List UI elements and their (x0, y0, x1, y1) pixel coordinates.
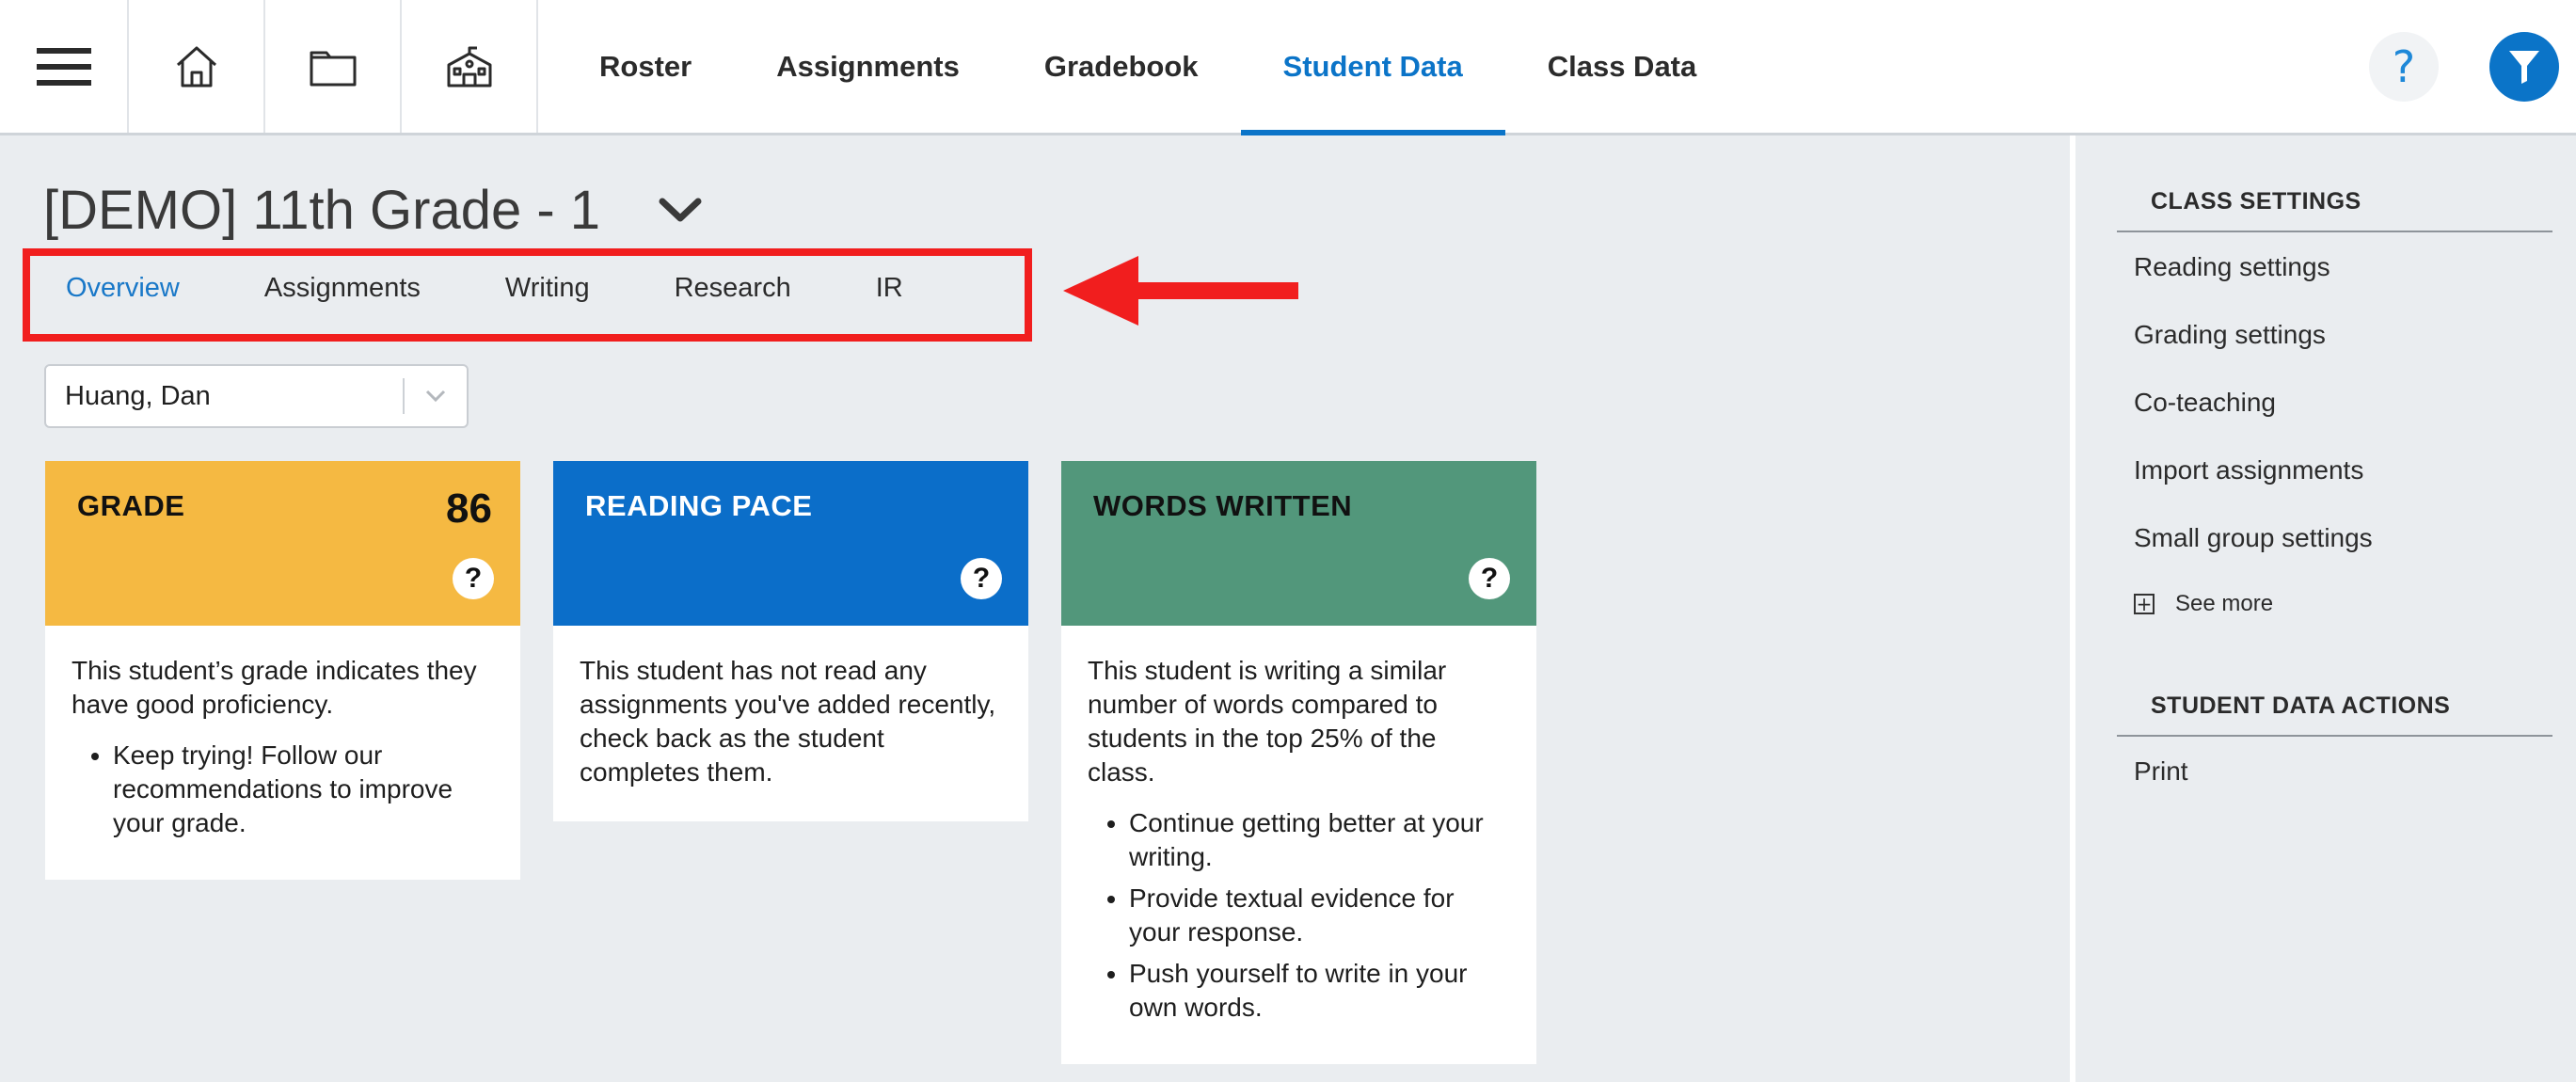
reading-pace-help-icon[interactable]: ? (961, 558, 1002, 599)
reading-pace-card-header: READING PACE ? (553, 461, 1028, 626)
grade-card-header: GRADE 86 ? (45, 461, 520, 626)
top-right-actions: ? (2369, 0, 2576, 133)
sidebar-item-reading-settings[interactable]: Reading settings (2134, 252, 2330, 282)
reading-pace-card-title: READING PACE (585, 489, 813, 522)
tab-student-data[interactable]: Student Data (1240, 0, 1505, 135)
tab-class-data[interactable]: Class Data (1505, 0, 1740, 133)
subtab-writing[interactable]: Writing (505, 269, 590, 307)
grade-value: 86 (446, 485, 492, 532)
student-select-arrow[interactable] (405, 390, 467, 403)
grade-help-icon[interactable]: ? (453, 558, 494, 599)
filter-icon (2509, 50, 2539, 84)
list-item: Continue getting better at your writing. (1129, 806, 1510, 874)
list-item: Provide textual evidence for your respon… (1129, 882, 1510, 949)
class-selector-toggle[interactable] (659, 198, 702, 229)
grade-card-body: This student’s grade indicates they have… (45, 626, 520, 880)
folder-icon (310, 51, 356, 86)
main-nav-tabs: Roster Assignments Gradebook Student Dat… (557, 0, 1740, 135)
chevron-down-icon (659, 198, 702, 222)
help-icon: ? (2392, 40, 2416, 92)
grade-description: This student’s grade indicates they have… (72, 656, 477, 719)
home-icon (176, 46, 216, 87)
words-written-card: WORDS WRITTEN ? This student is writing … (1061, 461, 1536, 1064)
library-button[interactable] (265, 0, 402, 133)
tab-assignments[interactable]: Assignments (734, 0, 1002, 133)
subtab-ir[interactable]: IR (876, 269, 903, 307)
chevron-down-icon (425, 390, 446, 403)
grade-card: GRADE 86 ? This student’s grade indicate… (45, 461, 520, 880)
words-written-recommendations: Continue getting better at your writing.… (1088, 806, 1510, 1025)
right-sidebar: CLASS SETTINGS Reading settings Grading … (2070, 135, 2576, 1082)
subtab-assignments[interactable]: Assignments (264, 269, 421, 307)
grade-card-title: GRADE (77, 489, 185, 522)
page-title: [DEMO] 11th Grade - 1 (43, 180, 601, 241)
divider (2117, 735, 2552, 737)
sidebar-item-small-group-settings[interactable]: Small group settings (2134, 523, 2373, 553)
student-data-actions-heading: STUDENT DATA ACTIONS (2151, 692, 2451, 719)
hamburger-menu-icon (36, 47, 91, 86)
sidebar-item-grading-settings[interactable]: Grading settings (2134, 320, 2326, 350)
home-button[interactable] (129, 0, 265, 133)
student-data-subtabs: Overview Assignments Writing Research IR (66, 269, 988, 307)
words-written-description: This student is writing a similar number… (1088, 656, 1447, 787)
grade-recommendations: Keep trying! Follow our recommendations … (72, 739, 494, 840)
help-button[interactable]: ? (2369, 31, 2439, 102)
reading-pace-card: READING PACE ? This student has not read… (553, 461, 1028, 821)
subtab-research[interactable]: Research (675, 269, 791, 307)
student-select[interactable]: Huang, Dan (44, 364, 469, 428)
school-icon (447, 46, 491, 87)
subtab-overview[interactable]: Overview (66, 269, 180, 307)
sidebar-item-import-assignments[interactable]: Import assignments (2134, 455, 2363, 485)
divider (2117, 231, 2552, 232)
tab-gradebook[interactable]: Gradebook (1002, 0, 1241, 133)
sidebar-item-print[interactable]: Print (2134, 756, 2188, 787)
student-data-main: [DEMO] 11th Grade - 1 Overview Assignmen… (0, 135, 2070, 1082)
top-navigation-bar: Roster Assignments Gradebook Student Dat… (0, 0, 2576, 135)
student-select-value: Huang, Dan (65, 380, 211, 411)
words-written-card-title: WORDS WRITTEN (1093, 489, 1353, 522)
words-written-help-icon[interactable]: ? (1469, 558, 1510, 599)
filter-button[interactable] (2489, 31, 2559, 102)
words-written-card-header: WORDS WRITTEN ? (1061, 461, 1536, 626)
sidebar-item-co-teaching[interactable]: Co-teaching (2134, 388, 2276, 418)
list-item: Keep trying! Follow our recommendations … (113, 739, 494, 840)
reading-pace-card-body: This student has not read any assignment… (553, 626, 1028, 821)
school-button[interactable] (402, 0, 538, 133)
annotation-arrow-icon (1063, 256, 1298, 326)
expand-plus-icon: + (2134, 594, 2155, 614)
words-written-card-body: This student is writing a similar number… (1061, 626, 1536, 1064)
list-item: Push yourself to write in your own words… (1129, 957, 1510, 1025)
see-more-label: See more (2175, 591, 2274, 616)
reading-pace-description: This student has not read any assignment… (580, 656, 996, 787)
tab-roster[interactable]: Roster (557, 0, 734, 133)
hamburger-menu-button[interactable] (0, 0, 129, 133)
see-more-button[interactable]: + See more (2134, 591, 2273, 617)
class-settings-heading: CLASS SETTINGS (2151, 188, 2361, 215)
